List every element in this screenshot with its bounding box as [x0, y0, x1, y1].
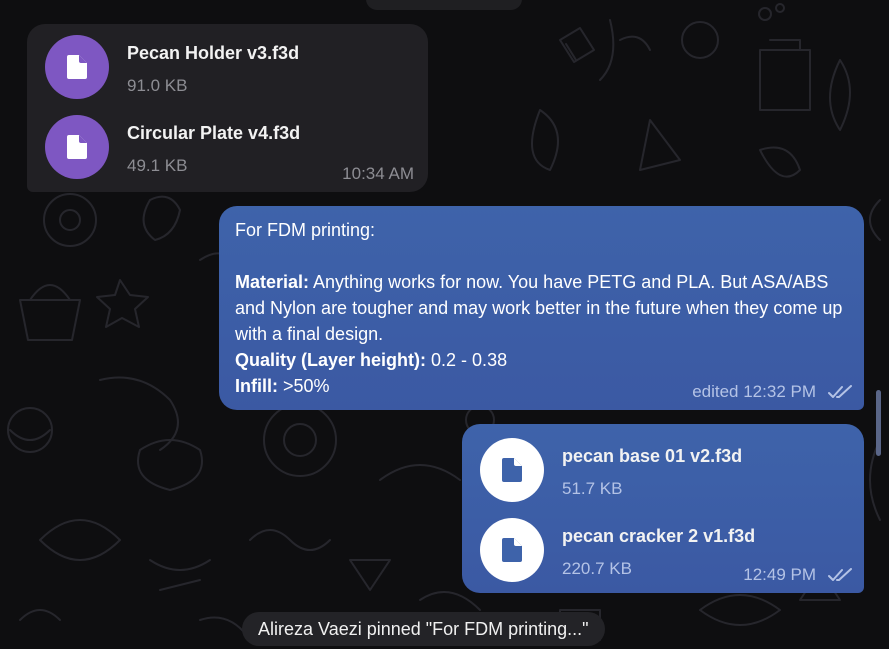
file-attachment[interactable]: Pecan Holder v3.f3d 91.0 KB: [45, 35, 415, 99]
date-pill: [366, 0, 522, 10]
infill-text: >50%: [278, 376, 330, 396]
message-meta: 12:49 PM: [743, 565, 854, 585]
file-name: pecan cracker 2 v1.f3d: [562, 526, 756, 546]
quality-text: 0.2 - 0.38: [426, 350, 508, 370]
file-size: 91.0 KB: [127, 76, 188, 95]
file-icon[interactable]: [45, 35, 109, 99]
message-meta: edited 12:32 PM: [692, 382, 854, 402]
file-name: Pecan Holder v3.f3d: [127, 43, 300, 63]
message-time: 12:49 PM: [743, 565, 816, 584]
message-text: For FDM printing: Material: Anything wor…: [235, 217, 850, 399]
message-time: 10:34 AM: [342, 164, 414, 183]
material-line: Material: Anything works for now. You ha…: [235, 269, 850, 347]
file-icon[interactable]: [45, 115, 109, 179]
edited-time: edited 12:32 PM: [692, 382, 816, 401]
chat-area: Pecan Holder v3.f3d 91.0 KB Circular Pla…: [0, 0, 889, 649]
outgoing-text-bubble[interactable]: For FDM printing: Material: Anything wor…: [219, 206, 864, 410]
double-check-icon: [828, 385, 852, 398]
quality-label: Quality (Layer height):: [235, 350, 427, 370]
incoming-files-bubble: Pecan Holder v3.f3d 91.0 KB Circular Pla…: [27, 24, 428, 192]
file-name: pecan base 01 v2.f3d: [562, 446, 743, 466]
material-text: Anything works for now. You have PETG an…: [235, 272, 843, 344]
scrollbar[interactable]: [876, 390, 881, 456]
file-icon[interactable]: [480, 518, 544, 582]
material-label: Material:: [235, 272, 310, 292]
double-check-icon: [828, 568, 852, 581]
outgoing-files-bubble: pecan base 01 v2.f3d 51.7 KB pecan crack…: [462, 424, 864, 593]
quality-line: Quality (Layer height): 0.2 - 0.38: [235, 347, 850, 373]
file-size: 49.1 KB: [127, 156, 188, 175]
file-attachment[interactable]: pecan base 01 v2.f3d 51.7 KB: [480, 438, 850, 502]
file-size: 51.7 KB: [562, 479, 623, 498]
pinned-service-message[interactable]: Alireza Vaezi pinned "For FDM printing..…: [242, 612, 605, 646]
file-size: 220.7 KB: [562, 559, 632, 578]
file-name: Circular Plate v4.f3d: [127, 123, 301, 143]
infill-label: Infill:: [235, 376, 278, 396]
file-icon[interactable]: [480, 438, 544, 502]
message-intro: For FDM printing:: [235, 220, 376, 240]
